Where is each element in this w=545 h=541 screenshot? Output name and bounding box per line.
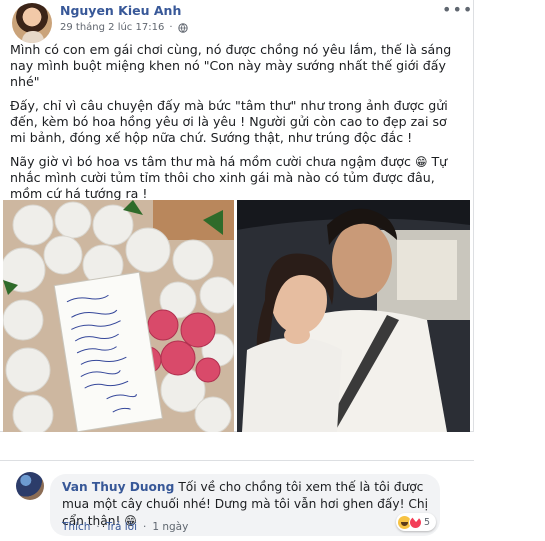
post-timestamp[interactable]: 29 tháng 2 lúc 17:16 — [60, 22, 164, 33]
comments-divider — [0, 460, 474, 461]
action-separator-2: · — [142, 521, 147, 533]
flowers-photo[interactable] — [3, 200, 234, 432]
globe-icon[interactable] — [177, 22, 188, 33]
love-reaction-icon — [409, 515, 422, 529]
grin-emoji: 😁 — [414, 155, 428, 169]
more-options-icon[interactable]: ••• — [442, 0, 473, 19]
post-body: Mình có con em gái chơi cùng, nó được ch… — [10, 42, 466, 210]
meta-separator: · — [169, 22, 173, 33]
post-paragraph-1: Mình có con em gái chơi cùng, nó được ch… — [10, 42, 452, 89]
action-separator: · — [96, 521, 100, 533]
like-comment-link[interactable]: Thích — [62, 521, 90, 533]
flowers-illustration — [3, 200, 234, 432]
post-paragraph-3: Nãy giờ vì bó hoa vs tâm thư mà há mồm c… — [10, 154, 466, 202]
author-avatar[interactable] — [12, 3, 52, 43]
comment-actions: Thích · Trả lời · 1 ngày — [62, 521, 188, 533]
post-paragraph-3-text: Nãy giờ vì bó hoa vs tâm thư mà há mồm c… — [10, 154, 411, 169]
comment-author[interactable]: Van Thuy Duong — [62, 480, 174, 494]
post-card: Nguyen Kieu Anh 29 tháng 2 lúc 17:16 · •… — [0, 0, 474, 432]
post-meta: 29 tháng 2 lúc 17:16 · — [60, 22, 188, 33]
post-paragraph-2: Đấy, chỉ vì câu chuyện đấy mà bức "tâm t… — [10, 98, 448, 145]
reaction-count: 5 — [424, 516, 431, 528]
couple-illustration — [237, 200, 470, 432]
commenter-avatar[interactable] — [16, 472, 44, 500]
reply-comment-link[interactable]: Trả lời — [106, 521, 137, 533]
comment-reactions[interactable]: 5 — [396, 513, 437, 531]
author-name[interactable]: Nguyen Kieu Anh — [60, 3, 181, 18]
photo-grid — [0, 200, 474, 432]
couple-photo[interactable] — [237, 200, 470, 432]
comment-age[interactable]: 1 ngày — [152, 521, 188, 533]
